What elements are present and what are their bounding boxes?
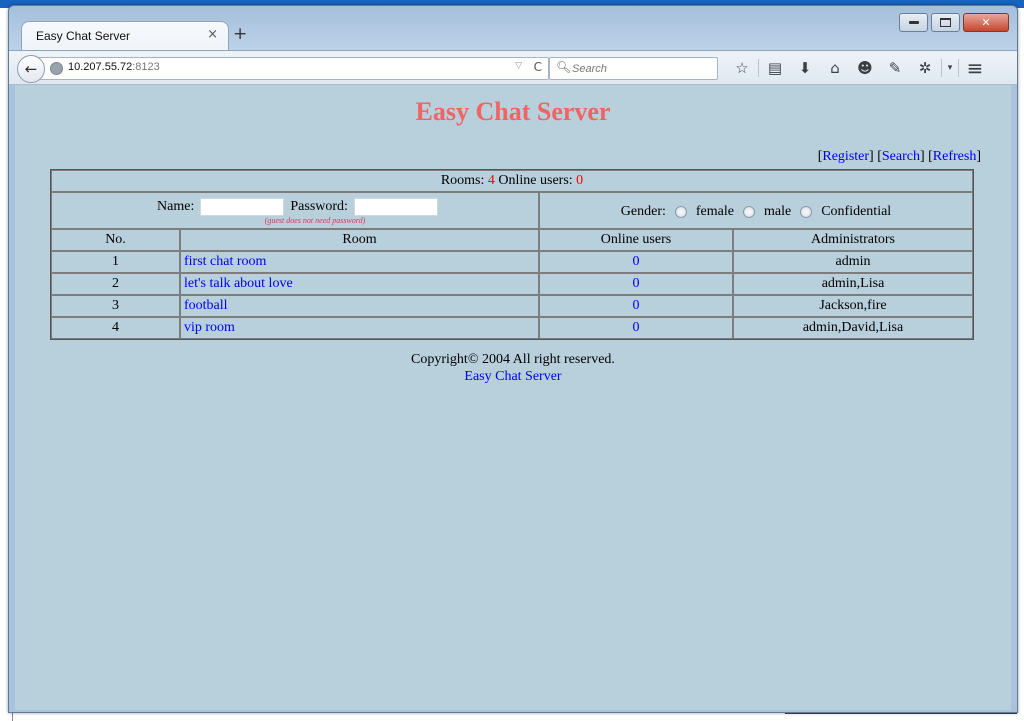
header-administrators: Administrators (733, 229, 973, 251)
table-row: 4 vip room 0 admin,David,Lisa (51, 317, 973, 339)
gender-label: Gender: (620, 203, 666, 219)
room-link[interactable]: vip room (184, 320, 235, 335)
site-identity-icon[interactable] (50, 62, 63, 75)
window-controls: ✕ (899, 13, 1009, 32)
gender-radio-male[interactable] (742, 205, 755, 218)
search-input[interactable] (570, 59, 714, 78)
table-row: 1 first chat room 0 admin (51, 251, 973, 273)
name-label: Name: (157, 198, 195, 214)
toolbar-separator (758, 58, 759, 77)
room-number: 3 (51, 295, 180, 317)
room-administrators: admin (733, 251, 973, 273)
new-tab-button[interactable]: + (233, 24, 247, 44)
minimize-button[interactable] (899, 13, 928, 32)
online-users-count: 0 (576, 173, 584, 188)
maximize-button[interactable] (931, 13, 960, 32)
page-title: Easy Chat Server (415, 97, 611, 126)
table-row: 2 let's talk about love 0 admin,Lisa (51, 273, 973, 295)
title-bar: ✕ Easy Chat Server × + (9, 6, 1017, 52)
tab-easy-chat-server[interactable]: Easy Chat Server × (21, 21, 229, 52)
hamburger-menu-icon[interactable]: ≡ (960, 56, 990, 80)
register-link[interactable]: Register (822, 149, 869, 164)
room-administrators: admin,David,Lisa (733, 317, 973, 339)
close-icon: ✕ (981, 16, 991, 29)
footer-home-link[interactable]: Easy Chat Server (15, 368, 1011, 385)
gender-radio-confidential[interactable] (800, 205, 813, 218)
toolbar-separator (941, 58, 942, 77)
rooms-label: Rooms: (440, 173, 485, 188)
overflow-dropdown-icon[interactable]: ▾ (943, 57, 957, 78)
close-window-button[interactable]: ✕ (963, 13, 1009, 32)
notes-icon[interactable]: ✎ (880, 57, 910, 78)
gender-option-female: female (695, 203, 734, 219)
chat-icon[interactable]: ☻ (850, 57, 880, 78)
summary-row: Rooms: 4 Online users: 0 (51, 170, 973, 192)
back-button[interactable]: ← (17, 55, 45, 83)
history-dropdown-icon[interactable]: ▽ (515, 61, 522, 71)
page-content: Easy Chat Server [Register] [Search] [Re… (15, 85, 1011, 710)
password-label: Password: (290, 198, 348, 214)
room-number: 4 (51, 317, 180, 339)
gender-option-confidential: Confidential (821, 203, 892, 219)
room-number: 2 (51, 273, 180, 295)
address-bar[interactable]: 10.207.55.72:8123 ▽ C (35, 57, 549, 80)
browser-window: ✕ Easy Chat Server × + 10.207.55.72:8123… (8, 5, 1018, 713)
copyright-text: Copyright© 2004 All right reserved. (411, 352, 615, 367)
room-online-users[interactable]: 0 (633, 298, 640, 313)
header-online-users: Online users (539, 229, 733, 251)
gender-cell: Gender: female male Confidential (539, 192, 973, 229)
guest-password-hint: (guest does not need password) (264, 215, 366, 225)
home-icon[interactable]: ⌂ (820, 57, 850, 78)
room-link[interactable]: first chat room (184, 254, 266, 269)
bookmarks-menu-icon[interactable]: ▤ (760, 57, 790, 78)
footer: Copyright© 2004 All right reserved. Easy… (15, 351, 1011, 385)
login-row: Name: Password: (guest does not need pas… (51, 192, 973, 229)
url-port: :8123 (132, 61, 160, 73)
tab-close-icon[interactable]: × (207, 27, 218, 42)
rooms-table: Rooms: 4 Online users: 0 Name: Password:… (50, 169, 974, 340)
minimize-icon (908, 21, 919, 24)
room-link[interactable]: let's talk about love (184, 276, 293, 291)
table-header-row: No. Room Online users Administrators (51, 229, 973, 251)
name-input[interactable] (200, 197, 285, 216)
summary-cell: Rooms: 4 Online users: 0 (51, 170, 973, 192)
room-online-users[interactable]: 0 (633, 254, 640, 269)
url-text[interactable]: 10.207.55.72:8123 (68, 61, 160, 73)
search-bar[interactable]: 🔍︎ (549, 57, 718, 80)
online-users-label: Online users: (498, 173, 573, 188)
gender-radio-female[interactable] (674, 205, 687, 218)
reload-icon[interactable]: C (534, 60, 542, 74)
extension-icon[interactable]: ✲ (910, 57, 940, 78)
navigation-toolbar: 10.207.55.72:8123 ▽ C ← 🔍︎ ☆ ▤ ⬇ ⌂ ☻ ✎ ✲… (9, 50, 1017, 85)
back-arrow-icon: ← (24, 60, 38, 78)
bookmark-star-icon[interactable]: ☆ (727, 57, 757, 78)
table-row: 3 football 0 Jackson,fire (51, 295, 973, 317)
room-online-users[interactable]: 0 (633, 320, 640, 335)
room-link[interactable]: football (184, 298, 228, 313)
room-administrators: admin,Lisa (733, 273, 973, 295)
rooms-count: 4 (487, 173, 495, 188)
gender-option-male: male (763, 203, 792, 219)
search-icon: 🔍︎ (556, 60, 572, 74)
search-link[interactable]: Search (882, 149, 920, 164)
tab-title: Easy Chat Server (36, 29, 131, 43)
top-links: [Register] [Search] [Refresh] (817, 149, 981, 164)
download-icon[interactable]: ⬇ (790, 57, 820, 78)
url-host: 10.207.55.72 (68, 61, 133, 73)
header-no: No. (51, 229, 180, 251)
maximize-icon (940, 18, 951, 27)
login-cell: Name: Password: (guest does not need pas… (51, 192, 539, 229)
header-room: Room (180, 229, 539, 251)
toolbar-icons: ☆ ▤ ⬇ ⌂ ☻ ✎ ✲ ▾ ≡ (727, 56, 990, 80)
room-administrators: Jackson,fire (733, 295, 973, 317)
room-number: 1 (51, 251, 180, 273)
refresh-link[interactable]: Refresh (933, 149, 977, 164)
room-online-users[interactable]: 0 (633, 276, 640, 291)
toolbar-separator (958, 58, 959, 77)
password-input[interactable] (353, 197, 438, 216)
